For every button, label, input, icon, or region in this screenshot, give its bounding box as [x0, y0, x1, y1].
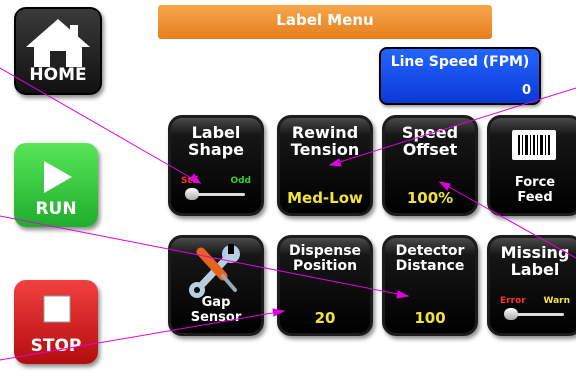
line-speed-value: 0 [521, 83, 531, 98]
line-speed-display: Line Speed (FPM) 0 [379, 47, 541, 105]
run-button[interactable]: RUN [14, 143, 98, 227]
speed-offset-title: Speed Offset [401, 123, 459, 159]
slider-knob[interactable] [185, 188, 199, 200]
dispense-position-button[interactable]: Dispense Position 20 [277, 235, 373, 336]
gap-sensor-button[interactable]: Gap Sensor [168, 235, 264, 336]
slider-knob[interactable] [504, 308, 518, 320]
detector-distance-value: 100 [414, 309, 446, 327]
missing-label-title: Missing Label [500, 243, 570, 279]
dispense-position-title: Dispense Position [288, 243, 362, 274]
run-label: RUN [35, 199, 77, 219]
detector-distance-button[interactable]: Detector Distance 100 [382, 235, 478, 336]
gap-sensor-title: Gap Sensor [190, 295, 242, 325]
missing-label-slider[interactable] [504, 307, 564, 321]
play-icon [44, 161, 72, 193]
wrench-screwdriver-icon [189, 244, 240, 298]
page-title: Label Menu [158, 5, 492, 39]
label-shape-button[interactable]: Label Shape Std Odd [168, 115, 264, 216]
house-icon [26, 19, 90, 67]
stop-label: STOP [30, 336, 82, 356]
force-feed-button[interactable]: Force Feed [487, 115, 576, 216]
label-shape-odd: Odd [230, 176, 251, 186]
home-button[interactable]: HOME [14, 7, 102, 95]
force-feed-title: Force Feed [514, 175, 556, 205]
dispense-position-value: 20 [314, 309, 336, 327]
stop-square-icon [43, 295, 71, 323]
missing-label-button[interactable]: Missing Label Error Warn [487, 235, 576, 336]
rewind-tension-value: Med-Low [287, 189, 363, 207]
missing-label-error: Error [500, 296, 526, 306]
label-shape-std: Std [181, 176, 199, 186]
speed-offset-value: 100% [406, 189, 454, 207]
rewind-tension-button[interactable]: Rewind Tension Med-Low [277, 115, 373, 216]
speed-offset-button[interactable]: Speed Offset 100% [382, 115, 478, 216]
detector-distance-title: Detector Distance [395, 243, 465, 274]
label-shape-title: Label Shape [187, 123, 244, 159]
rewind-tension-title: Rewind Tension [290, 123, 360, 159]
barcode-label-icon [512, 130, 556, 160]
label-shape-slider[interactable] [185, 187, 245, 201]
missing-label-warn: Warn [543, 296, 570, 306]
line-speed-label: Line Speed (FPM) [390, 54, 530, 70]
home-label: HOME [29, 65, 87, 85]
stop-button[interactable]: STOP [14, 280, 98, 364]
